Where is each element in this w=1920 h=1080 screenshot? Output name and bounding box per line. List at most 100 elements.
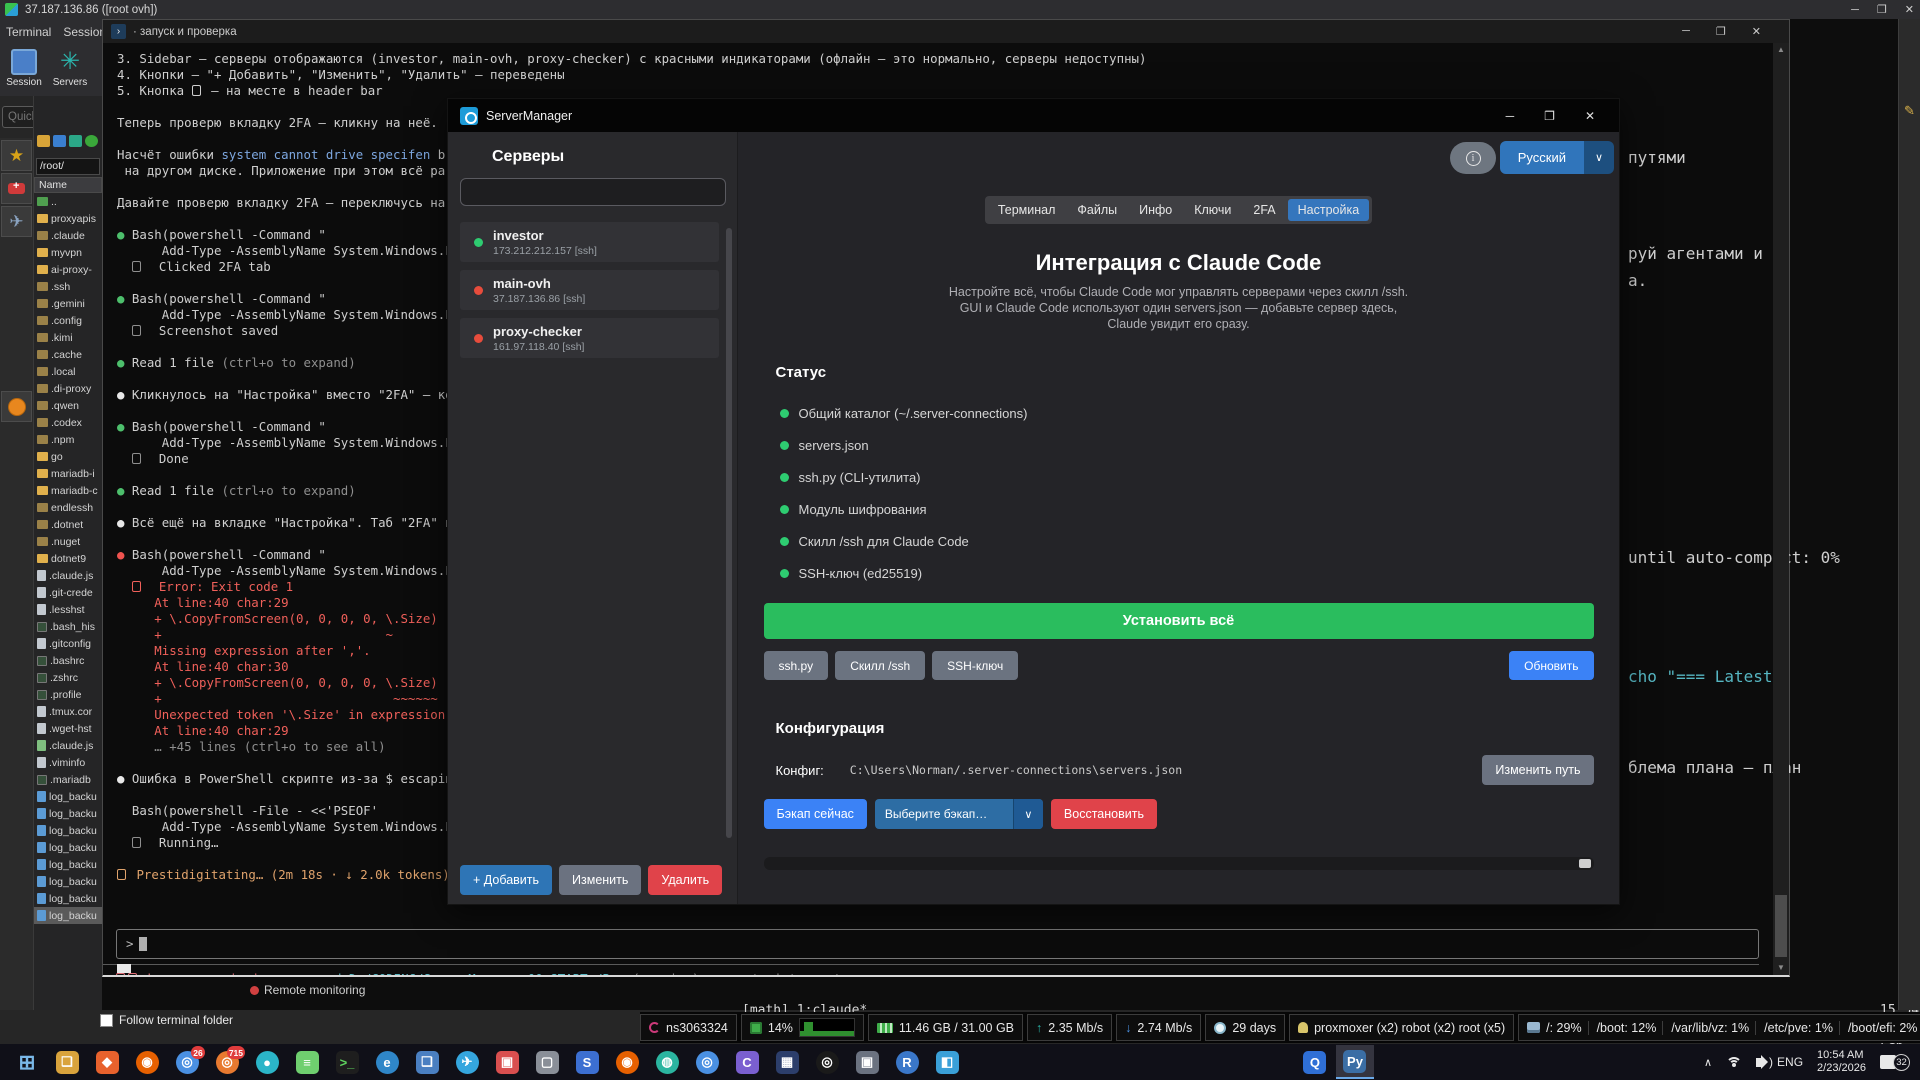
install-all-button[interactable]: Установить всё [764,603,1594,639]
file-row[interactable]: .claude.js [34,737,102,754]
file-row[interactable]: .codex [34,414,102,431]
file-row[interactable]: .local [34,363,102,380]
tab-Терминал[interactable]: Терминал [988,199,1066,221]
session-button[interactable]: Session [2,47,46,88]
server-item-proxy-checker[interactable]: proxy-checker161.97.118.40 [ssh] [460,318,719,358]
navy-app-icon[interactable]: ▦ [768,1045,806,1079]
follow-terminal-folder[interactable]: Follow terminal folder [100,1013,233,1027]
file-explorer-icon[interactable]: ❏ [48,1045,86,1079]
sm-close-icon[interactable]: ✕ [1585,109,1595,123]
browser-profile-icon[interactable]: ◎715 [208,1045,246,1079]
file-row[interactable]: .gemini [34,295,102,312]
sm-maximize-icon[interactable]: ❐ [1544,109,1555,123]
tray-chevron-icon[interactable]: ∧ [1704,1056,1712,1069]
terminal-prompt-input[interactable]: > [116,929,1759,959]
sessions-plane-icon[interactable]: ✈ [1,206,32,237]
code-app-icon[interactable]: ◧ [928,1045,966,1079]
maximize-icon[interactable]: ❐ [1877,3,1887,16]
folder-up-icon[interactable] [37,135,50,147]
file-row[interactable]: log_backu [34,856,102,873]
file-row[interactable]: .. [34,193,102,210]
tab-Файлы[interactable]: Файлы [1067,199,1127,221]
minimize-icon[interactable]: ─ [1851,4,1859,16]
scroll-down-icon[interactable]: ▼ [1773,961,1789,975]
restore-button[interactable]: Восстановить [1051,799,1157,829]
servers-button[interactable]: ✳ Servers [48,47,92,88]
file-row[interactable]: .config [34,312,102,329]
purple-app-icon[interactable]: C [728,1045,766,1079]
delete-server-button[interactable]: Удалить [648,865,722,895]
console-minimize-icon[interactable]: ─ [1682,25,1690,38]
rstudio-icon[interactable]: R [888,1045,926,1079]
start-button[interactable]: ⊞ [8,1045,46,1079]
edge-icon[interactable]: e [368,1045,406,1079]
file-row[interactable]: log_backu [34,788,102,805]
info-button[interactable]: i [1450,142,1496,174]
chip-SSH-ключ[interactable]: SSH-ключ [932,651,1018,680]
file-row[interactable]: .kimi [34,329,102,346]
file-row[interactable]: myvpn [34,244,102,261]
taskbar-clock[interactable]: 10:54 AM 2/23/2026 [1817,1049,1866,1075]
console-maximize-icon[interactable]: ❐ [1716,25,1726,38]
chip-ssh.py[interactable]: ssh.py [764,651,829,680]
favorites-star-icon[interactable]: ★ [1,140,32,171]
quick-tool-icon[interactable]: Q [1296,1045,1334,1079]
language-dropdown[interactable]: Русский ∨ [1500,141,1614,174]
server-list-scrollbar[interactable] [726,228,732,838]
refresh-icon[interactable] [85,135,98,147]
file-row[interactable]: log_backu [34,890,102,907]
server-item-investor[interactable]: investor173.212.212.157 [ssh] [460,222,719,262]
file-row[interactable]: log_backu [34,822,102,839]
refresh-button[interactable]: Обновить [1509,651,1593,680]
server-item-main-ovh[interactable]: main-ovh37.187.136.86 [ssh] [460,270,719,310]
console-close-icon[interactable]: ✕ [1752,25,1761,38]
change-path-button[interactable]: Изменить путь [1482,755,1593,785]
file-row[interactable]: .claude [34,227,102,244]
terminal-icon[interactable]: >_ [328,1045,366,1079]
python-console-icon[interactable]: Py [1336,1045,1374,1079]
sm-minimize-icon[interactable]: ─ [1506,109,1515,123]
obs-icon[interactable]: ◎ [808,1045,846,1079]
file-row[interactable]: .gitconfig [34,635,102,652]
file-row[interactable]: .bashrc [34,652,102,669]
scroll-up-icon[interactable]: ▲ [1773,43,1789,57]
grey-app-icon[interactable]: ▢ [528,1045,566,1079]
teal-app-icon[interactable]: ● [248,1045,286,1079]
file-row[interactable]: .tmux.cor [34,703,102,720]
edit-server-button[interactable]: Изменить [559,865,641,895]
file-row[interactable]: .npm [34,431,102,448]
folder-app-icon[interactable]: ❏ [408,1045,446,1079]
chip-Скилл /ssh[interactable]: Скилл /ssh [835,651,925,680]
globe-app-icon[interactable]: ◍ [648,1045,686,1079]
file-row[interactable]: go [34,448,102,465]
file-row[interactable]: log_backu [34,873,102,890]
tab-2FA[interactable]: 2FA [1243,199,1285,221]
file-row[interactable]: .mariadb [34,771,102,788]
file-row[interactable]: .dotnet [34,516,102,533]
file-row[interactable]: .profile [34,686,102,703]
backup-now-button[interactable]: Бэкап сейчас [764,799,867,829]
tools-knife-icon[interactable] [1,173,32,204]
remote-monitoring-label[interactable]: Remote monitoring [250,983,365,997]
hscrollbar-thumb[interactable] [1579,859,1591,868]
notepad-icon[interactable]: ≡ [288,1045,326,1079]
file-row[interactable]: dotnet9 [34,550,102,567]
blue-app-icon[interactable]: S [568,1045,606,1079]
camera-app-icon[interactable]: ▣ [848,1045,886,1079]
file-row[interactable]: .qwen [34,397,102,414]
file-row[interactable]: log_backu [34,839,102,856]
sftp-column-header[interactable]: Name [34,177,102,193]
close-icon[interactable]: ✕ [1905,3,1914,16]
brave-icon[interactable]: ◆ [88,1045,126,1079]
speaker-icon[interactable] [1756,1058,1763,1067]
firefox-2-icon[interactable]: ◉ [608,1045,646,1079]
file-row[interactable]: .cache [34,346,102,363]
chrome-icon[interactable]: ◎26 [168,1045,206,1079]
file-row[interactable]: ai-proxy- [34,261,102,278]
telegram-icon[interactable]: ✈ [448,1045,486,1079]
file-row[interactable]: .di-proxy [34,380,102,397]
file-row[interactable]: .ssh [34,278,102,295]
file-row[interactable]: endlessh [34,499,102,516]
tab-Ключи[interactable]: Ключи [1184,199,1241,221]
file-row[interactable]: log_backu [34,805,102,822]
